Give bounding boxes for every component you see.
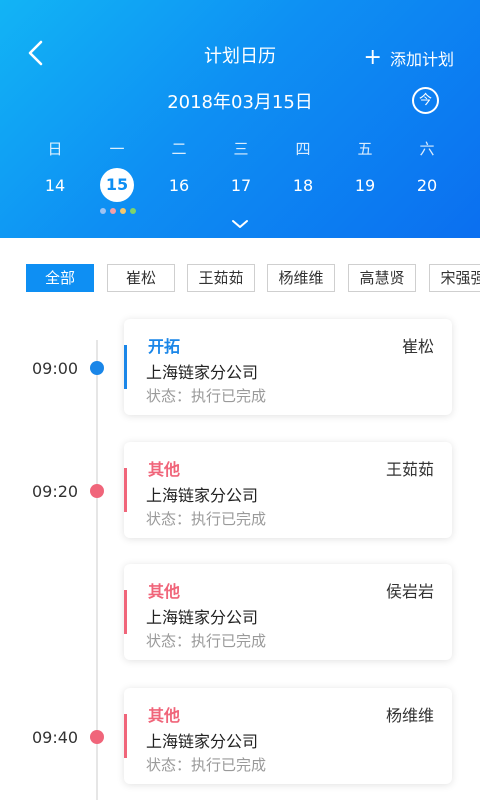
plan-status: 状态：执行已完成 xyxy=(146,510,267,528)
plan-person: 王茹茹 xyxy=(385,460,434,479)
today-button[interactable]: 今 xyxy=(412,87,439,114)
plan-company: 上海链家分公司 xyxy=(146,608,259,627)
plan-card[interactable]: 其他 杨维维 上海链家分公司 状态：执行已完成 xyxy=(124,688,452,784)
card-accent-bar xyxy=(124,345,127,389)
plan-type: 开拓 xyxy=(148,337,181,356)
plan-card[interactable]: 开拓 崔松 上海链家分公司 状态：执行已完成 xyxy=(124,319,452,415)
time-label: 09:40 xyxy=(32,728,79,747)
day-17[interactable]: 17 xyxy=(221,176,261,195)
plan-company: 上海链家分公司 xyxy=(146,486,259,505)
calendar-header: 计划日历 + 添加计划 2018年03月15日 今 日 一 二 三 四 五 六 … xyxy=(0,0,480,238)
timeline-node xyxy=(90,730,104,744)
event-dot xyxy=(110,208,116,214)
plan-person: 杨维维 xyxy=(385,706,434,725)
weekday-sat: 六 xyxy=(419,140,435,158)
plan-company: 上海链家分公司 xyxy=(146,732,259,751)
filter-all[interactable]: 全部 xyxy=(26,264,94,292)
weekday-fri: 五 xyxy=(357,140,373,158)
day-16[interactable]: 16 xyxy=(159,176,199,195)
person-filter-bar: 全部 崔松 王茹茹 杨维维 高慧贤 宋强强 xyxy=(26,264,480,292)
chevron-down-icon[interactable] xyxy=(228,216,252,232)
filter-person[interactable]: 王茹茹 xyxy=(187,264,255,292)
card-accent-bar xyxy=(124,714,127,758)
filter-person[interactable]: 崔松 xyxy=(107,264,175,292)
weekday-wed: 三 xyxy=(233,140,249,158)
time-label: 09:00 xyxy=(32,359,79,378)
day-19[interactable]: 19 xyxy=(345,176,385,195)
plan-person: 侯岩岩 xyxy=(385,582,434,601)
plan-type: 其他 xyxy=(148,460,181,479)
plan-card[interactable]: 其他 侯岩岩 上海链家分公司 状态：执行已完成 xyxy=(124,564,452,660)
event-dot xyxy=(120,208,126,214)
plan-status: 状态：执行已完成 xyxy=(146,632,267,650)
plan-company: 上海链家分公司 xyxy=(146,363,259,382)
weekday-thu: 四 xyxy=(295,140,311,158)
event-dot xyxy=(100,208,106,214)
card-accent-bar xyxy=(124,468,127,512)
plan-status: 状态：执行已完成 xyxy=(146,756,267,774)
filter-person[interactable]: 高慧贤 xyxy=(348,264,416,292)
add-plan-label: 添加计划 xyxy=(389,50,454,69)
timeline-node xyxy=(90,361,104,375)
filter-person[interactable]: 宋强强 xyxy=(429,264,480,292)
card-accent-bar xyxy=(124,590,127,634)
event-dot xyxy=(130,208,136,214)
day-15-selected[interactable]: 15 xyxy=(100,168,134,202)
day-14[interactable]: 14 xyxy=(35,176,75,195)
time-label: 09:20 xyxy=(32,482,79,501)
plan-card[interactable]: 其他 王茹茹 上海链家分公司 状态：执行已完成 xyxy=(124,442,452,538)
day-18[interactable]: 18 xyxy=(283,176,323,195)
weekday-tue: 二 xyxy=(171,140,187,158)
selected-date: 2018年03月15日 xyxy=(167,92,313,113)
plus-icon: + xyxy=(363,45,382,70)
plan-type: 其他 xyxy=(148,582,181,601)
event-dots xyxy=(100,208,136,214)
day-20[interactable]: 20 xyxy=(407,176,447,195)
plan-type: 其他 xyxy=(148,706,181,725)
weekday-sun: 日 xyxy=(47,140,63,158)
plan-person: 崔松 xyxy=(401,337,434,356)
add-plan-button[interactable]: + 添加计划 xyxy=(364,46,454,70)
timeline-node xyxy=(90,484,104,498)
plan-status: 状态：执行已完成 xyxy=(146,387,267,405)
filter-person[interactable]: 杨维维 xyxy=(267,264,335,292)
weekday-mon: 一 xyxy=(109,140,125,158)
